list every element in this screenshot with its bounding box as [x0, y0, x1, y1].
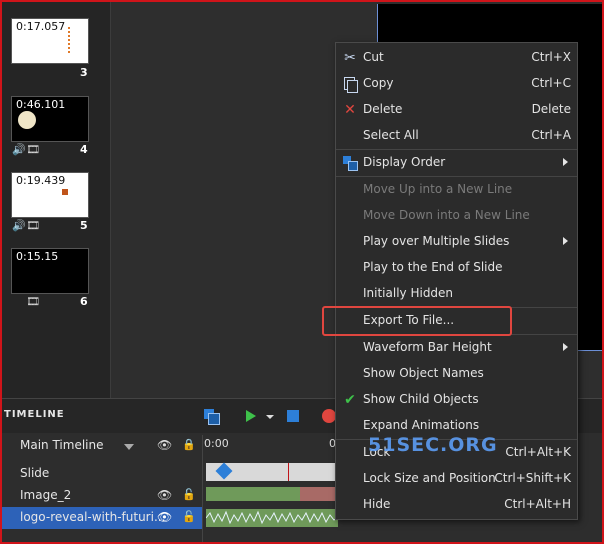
speaker-icon: 🔊 — [12, 143, 26, 156]
play-icon[interactable] — [242, 407, 260, 425]
row-label: logo-reveal-with-futuri... — [20, 510, 166, 524]
slide-duration: 0:15.15 — [16, 250, 59, 263]
menu-item-hide[interactable]: Hide Ctrl+Alt+H — [336, 492, 577, 518]
eye-icon[interactable]: 👁 — [157, 510, 172, 524]
play-dropdown-icon[interactable] — [264, 407, 274, 425]
lock-icon[interactable]: 🔒 — [182, 438, 196, 451]
delete-x-icon: ✕ — [344, 102, 356, 118]
submenu-arrow-icon — [563, 343, 568, 351]
image-track-exit[interactable] — [300, 487, 338, 501]
layers-icon — [342, 155, 358, 171]
menu-item-copy[interactable]: Copy Ctrl+C — [336, 71, 577, 97]
row-label: Slide — [20, 466, 50, 480]
timeline-row-audio[interactable]: logo-reveal-with-futuri... 👁 🔓 — [2, 507, 202, 529]
menu-item-move-down: Move Down into a New Line — [363, 208, 530, 222]
ruler-start: 0:00 — [204, 437, 229, 450]
slide-track[interactable] — [206, 462, 338, 481]
eye-icon[interactable]: 👁 — [157, 488, 172, 502]
checkmark-icon: ✔ — [344, 392, 356, 408]
slide-number: 4 — [80, 143, 88, 156]
slide-thumbnail-6[interactable]: 0:15.15 — [11, 248, 89, 294]
slide-duration: 0:46.101 — [16, 98, 66, 111]
menu-item-play-multiple[interactable]: Play over Multiple Slides — [336, 229, 577, 255]
export-highlight-box — [322, 306, 512, 336]
unlock-icon[interactable]: 🔓 — [182, 488, 196, 501]
film-icon: 🎞 — [26, 143, 40, 156]
eye-icon[interactable]: 👁 — [157, 438, 172, 452]
menu-item-waveform[interactable]: Waveform Bar Height — [336, 335, 577, 361]
slide-thumbnail-5[interactable]: 0:19.439 — [11, 172, 89, 218]
submenu-arrow-icon — [563, 158, 568, 166]
submenu-arrow-icon — [563, 237, 568, 245]
slides-panel: 0:17.057 3 0:46.101 🔊 🎞 4 0:19.439 🔊 🎞 5… — [2, 2, 110, 398]
menu-item-display-order[interactable]: Display Order — [336, 150, 577, 176]
slide-content-graphic — [18, 111, 36, 129]
menu-item-play-end[interactable]: Play to the End of Slide — [336, 255, 577, 281]
menu-item-lock-size[interactable]: Lock Size and Position Ctrl+Shift+K — [336, 466, 577, 492]
keyframe-marker[interactable] — [215, 462, 233, 480]
slide-duration: 0:19.439 — [14, 174, 68, 187]
menu-item-show-names[interactable]: Show Object Names — [336, 361, 577, 387]
menu-item-show-child[interactable]: ✔ Show Child Objects — [336, 387, 577, 413]
timeline-row-slide[interactable]: Slide — [2, 463, 202, 485]
copy-icon — [342, 76, 358, 93]
audio-track[interactable] — [205, 509, 339, 527]
image-track[interactable] — [206, 487, 338, 501]
chevron-down-icon[interactable] — [124, 444, 134, 450]
watermark: 51SEC.ORG — [368, 434, 498, 456]
film-icon: 🎞 — [26, 219, 40, 232]
unlock-icon[interactable]: 🔓 — [182, 510, 196, 523]
row-label: Image_2 — [20, 488, 72, 502]
slide-number: 3 — [80, 66, 88, 79]
slide-duration: 0:17.057 — [14, 20, 68, 33]
scissors-icon: ✂ — [344, 50, 356, 66]
menu-item-select-all[interactable]: Select All Ctrl+A — [336, 123, 577, 149]
timeline-title: TIMELINE — [4, 409, 65, 420]
timeline-row-image[interactable]: Image_2 👁 🔓 — [2, 485, 202, 507]
slide-content-graphic — [68, 27, 80, 53]
film-icon: 🎞 — [26, 295, 40, 308]
layers-icon[interactable] — [202, 407, 220, 425]
stop-icon[interactable] — [284, 407, 302, 425]
menu-item-cut[interactable]: ✂ Cut Ctrl+X — [336, 45, 577, 71]
main-timeline-label: Main Timeline — [20, 438, 104, 452]
main-timeline-row[interactable]: Main Timeline 👁 🔒 — [2, 435, 202, 457]
slide-number: 5 — [80, 219, 88, 232]
slide-thumbnail-3[interactable]: 0:17.057 — [11, 18, 89, 64]
speaker-icon: 🔊 — [12, 219, 26, 232]
timeline-divider — [202, 435, 203, 543]
menu-item-initially-hidden[interactable]: Initially Hidden — [336, 281, 577, 307]
slide-content-graphic — [62, 189, 68, 195]
playhead-line — [288, 463, 289, 481]
waveform — [205, 510, 339, 525]
menu-item-delete[interactable]: ✕ Delete Delete — [336, 97, 577, 123]
menu-item-move-up: Move Up into a New Line — [363, 182, 513, 196]
slide-number: 6 — [80, 295, 88, 308]
slide-thumbnail-4[interactable]: 0:46.101 — [11, 96, 89, 142]
